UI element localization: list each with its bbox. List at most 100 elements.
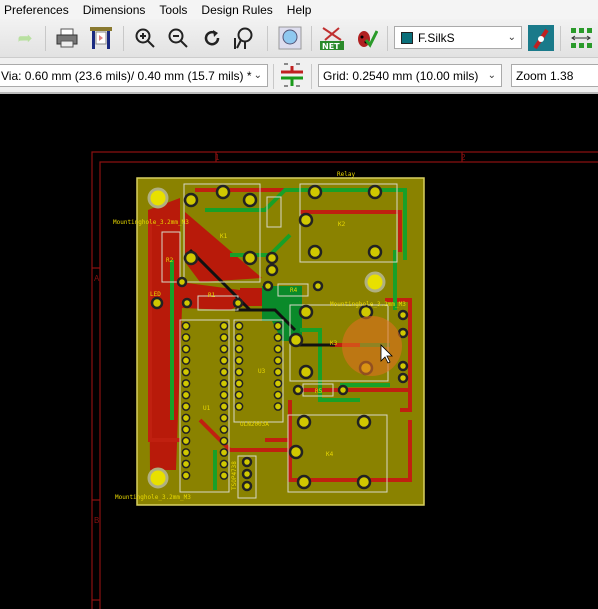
ic-pad (181, 402, 191, 411)
label-u1: U1 (203, 405, 211, 412)
ic-pad (181, 425, 191, 434)
chevron-down-icon: ⌄ (487, 70, 496, 81)
toolbar-separator (311, 64, 312, 89)
ic-pad (219, 459, 229, 469)
frame-col-2: 2 (461, 153, 466, 162)
ic-pad (234, 321, 244, 331)
ic-pad (273, 344, 283, 354)
ic-pad (181, 459, 191, 469)
ic-pad (181, 436, 191, 446)
ic-pad (234, 367, 244, 377)
drc-icon[interactable] (353, 25, 379, 51)
ic-pad (234, 356, 244, 365)
ic-pad (273, 367, 283, 377)
label-led: LED (150, 291, 161, 298)
ic-pad (181, 448, 191, 457)
ic-pad (181, 367, 191, 377)
toolbar-separator (45, 26, 46, 51)
ic-pad (219, 333, 229, 342)
label-uln2003a: ULN2003A (240, 421, 269, 428)
grid-value: Grid: 0.2540 mm (10.00 mils) (323, 68, 479, 83)
ic-pad (273, 390, 283, 400)
ic-pad (234, 402, 244, 411)
pcb-board: Relay Mountinghole_3.2mm_M3 Mountinghole… (113, 171, 425, 506)
layer-color-swatch (401, 31, 413, 44)
label-mountinghole-bottom: Mountinghole_3.2mm_M3 (115, 494, 191, 501)
frame-col-1: 1 (215, 153, 220, 162)
via-size-select[interactable]: Via: 0.60 mm (23.6 mils)/ 0.40 mm (15.7 … (0, 64, 268, 87)
label-tsop: TSOP4738 (231, 461, 238, 490)
redraw-icon[interactable] (199, 25, 225, 51)
ic-pad (273, 379, 283, 388)
netlist-icon[interactable]: NET (319, 25, 345, 51)
toolbar-separator (387, 26, 388, 51)
label-relay: Relay (337, 171, 355, 178)
pcb-canvas[interactable]: 1 2 A B Relay Mountinghole_3.2mm_M3 Moun… (0, 96, 598, 609)
ic-pad (219, 321, 229, 331)
svg-text:NET: NET (322, 42, 340, 51)
ic-pad (273, 356, 283, 365)
ic-pad (181, 413, 191, 423)
ic-pad (219, 425, 229, 434)
highlight-marker (342, 316, 402, 376)
menu-bar: Preferences Dimensions Tools Design Rule… (0, 0, 598, 19)
frame-row-b: B (94, 516, 99, 525)
ic-pad (219, 344, 229, 354)
label-k2: K2 (338, 221, 346, 228)
layer-select[interactable]: F.SilkS ⌄ (394, 26, 522, 49)
zoom-fit-icon[interactable] (231, 25, 257, 51)
via-size-value: Via: 0.60 mm (23.6 mils)/ 0.40 mm (15.7 … (1, 68, 252, 83)
label-k3: K3 (330, 340, 338, 347)
grid-select[interactable]: Grid: 0.2540 mm (10.00 mils) ⌄ (318, 64, 502, 87)
toolbar-separator (311, 26, 312, 51)
chevron-down-icon: ⌄ (253, 70, 262, 81)
menu-preferences[interactable]: Preferences (0, 3, 76, 17)
ic-pad (219, 390, 229, 400)
toolbar-separator (123, 26, 124, 51)
menu-tools[interactable]: Tools (152, 3, 194, 17)
plot-icon[interactable] (88, 25, 114, 51)
label-r2: R2 (166, 257, 174, 264)
menu-design-rules[interactable]: Design Rules (194, 3, 279, 17)
ic-pad (181, 379, 191, 388)
redo-icon[interactable]: ➦ (12, 25, 38, 51)
label-mountinghole-right: Mountinghole_3.2mm_M3 (330, 301, 406, 308)
main-toolbar: ➦ NET F.SilkS ⌄ (0, 19, 598, 58)
ic-pad (219, 471, 229, 480)
ic-pad (219, 402, 229, 411)
ic-pad (181, 344, 191, 354)
ic-pad (181, 356, 191, 365)
track-width-icon[interactable] (279, 62, 305, 88)
layer-pair-icon[interactable] (528, 25, 554, 51)
label-u3: U3 (258, 368, 266, 375)
menu-help[interactable]: Help (280, 3, 319, 17)
ic-pad (273, 321, 283, 331)
ic-pad (219, 379, 229, 388)
ic-pad (219, 448, 229, 457)
zoom-out-icon[interactable] (165, 25, 191, 51)
ic-pad (234, 344, 244, 354)
ic-pad (234, 333, 244, 342)
menu-dimensions[interactable]: Dimensions (76, 3, 153, 17)
grid-icon[interactable] (568, 25, 594, 51)
label-k1: K1 (220, 233, 228, 240)
toolbar-separator (273, 64, 274, 89)
ic-pad (273, 402, 283, 411)
ic-pad (181, 471, 191, 480)
label-r4: R4 (290, 287, 298, 294)
layer-select-value: F.SilkS (418, 30, 455, 45)
chevron-down-icon: ⌄ (507, 32, 516, 43)
ic-pad (234, 379, 244, 388)
ic-pad (219, 367, 229, 377)
zoom-in-icon[interactable] (132, 25, 158, 51)
zoom-select[interactable]: Zoom 1.38 (511, 64, 598, 87)
ic-pad (219, 413, 229, 423)
ic-pad (273, 333, 283, 342)
label-r1: R1 (208, 292, 216, 299)
ic-pad (181, 333, 191, 342)
secondary-toolbar: Via: 0.60 mm (23.6 mils)/ 0.40 mm (15.7 … (0, 58, 598, 94)
ic-pad (181, 390, 191, 400)
zoom-value: Zoom 1.38 (516, 68, 574, 83)
print-icon[interactable] (54, 25, 80, 51)
find-icon[interactable] (277, 25, 303, 51)
